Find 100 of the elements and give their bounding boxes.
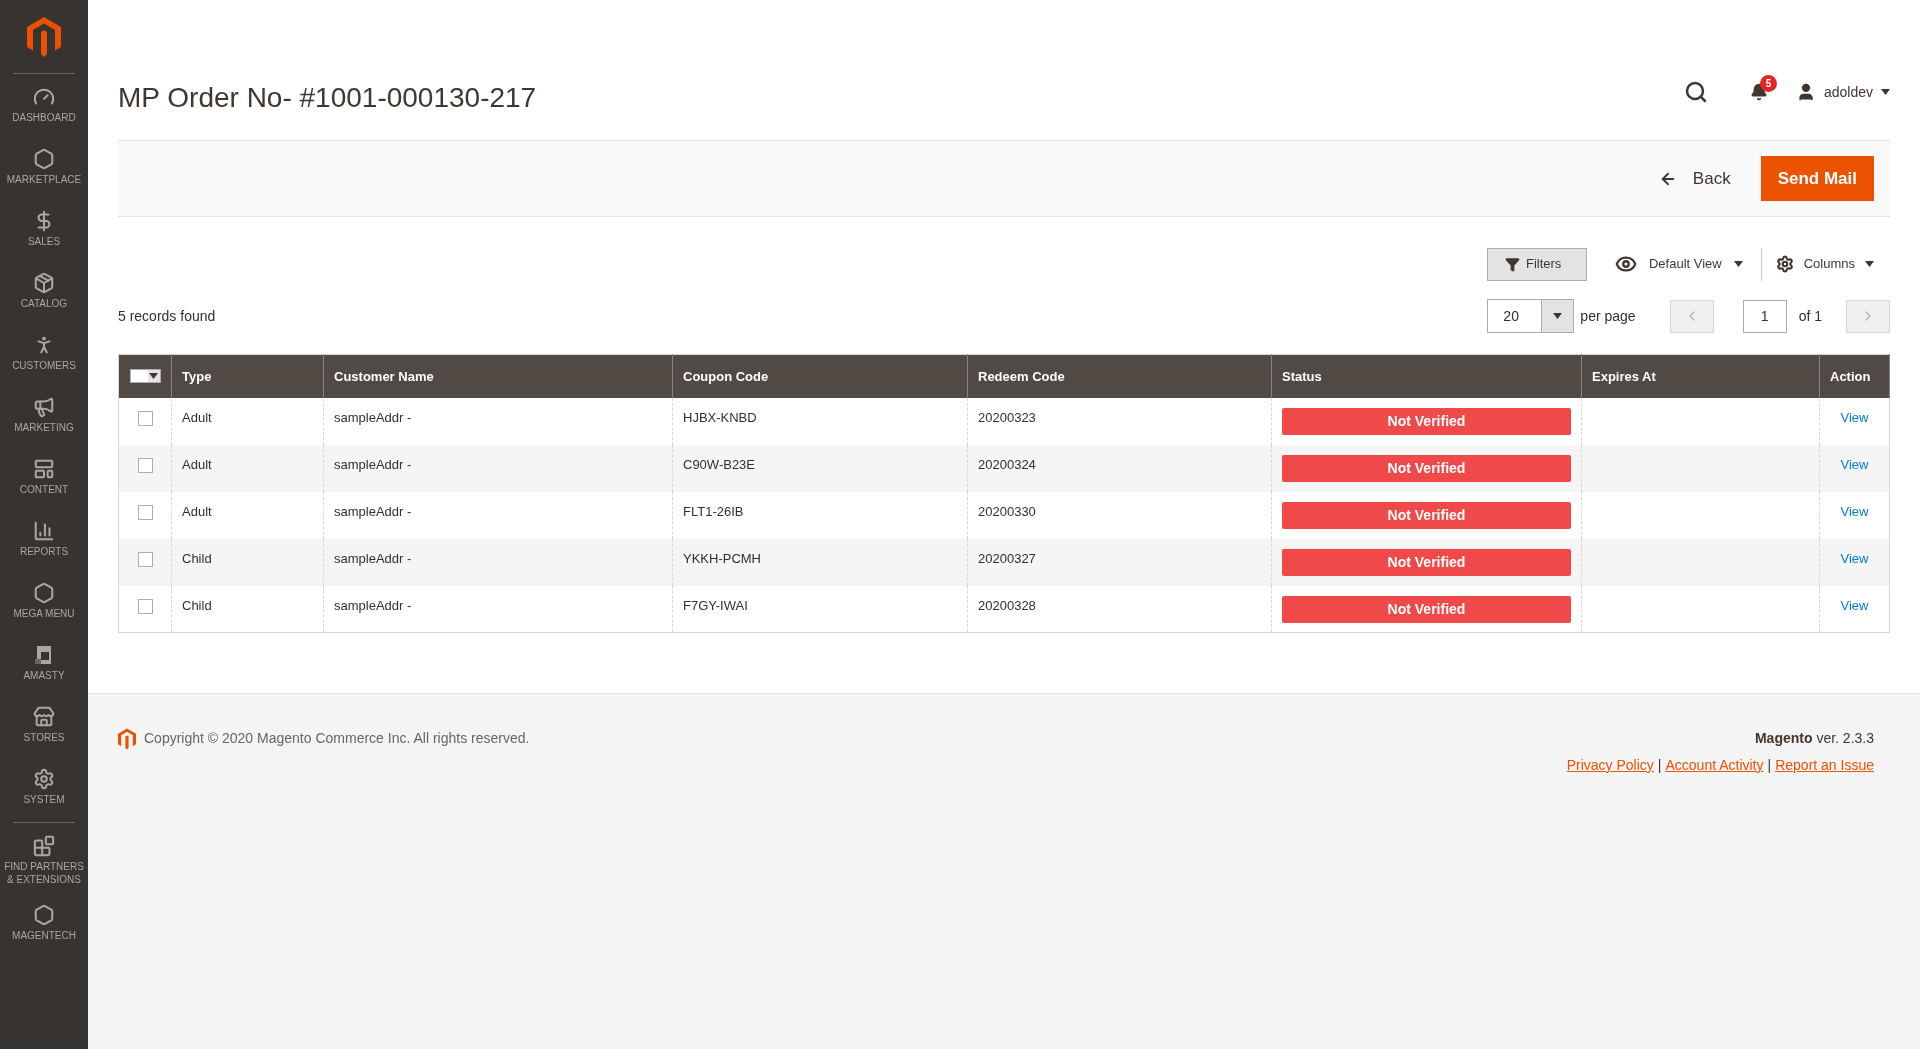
sidebar-item[interactable]: CONTENT [0,446,88,508]
settings-icon [1775,255,1794,273]
status-badge: Not Verified [1282,407,1571,435]
view-link[interactable]: View [1840,456,1869,472]
table-cell: Child [171,585,324,633]
footer-link[interactable]: Privacy Policy [1566,755,1654,776]
table-cell: YKKH-PCMH [672,538,968,586]
blocks-icon [33,835,55,857]
sidebar-item[interactable]: SYSTEM [0,756,88,818]
table-cell: F7GY-IWAI [672,585,968,633]
user-menu[interactable]: adoldev [1795,81,1890,103]
back-button[interactable]: Back [1658,165,1731,192]
table-cell: Adult [171,444,324,492]
table-cell: 20200328 [967,585,1272,633]
row-checkbox[interactable] [137,598,153,614]
store-icon [33,706,55,728]
view-link[interactable]: View [1840,550,1869,566]
box-icon [33,272,55,294]
filter-icon [1504,256,1520,272]
table-cell: HJBX-KNBD [672,397,968,445]
logo-icon [27,17,61,57]
table-cell: sampleAddr - [323,585,673,633]
row-checkbox[interactable] [137,551,153,567]
filters-button[interactable]: Filters [1486,247,1587,281]
column-header[interactable]: Status [1271,354,1582,398]
caret-icon [1733,261,1743,267]
bell-icon[interactable] [1749,83,1768,101]
table-cell: sampleAddr - [323,444,673,492]
sidebar-item[interactable]: DASHBOARD [0,74,88,136]
version-text: Magento ver. 2.3.3 [1754,729,1874,748]
view-link[interactable]: View [1840,597,1869,613]
separator: | [1767,756,1772,775]
status-badge: Not Verified [1282,501,1571,529]
column-header[interactable]: Expires At [1581,354,1820,398]
footer-link[interactable]: Report an Issue [1775,755,1874,776]
view-dropdown[interactable]: Default View [1614,247,1762,281]
megaphone-icon [33,396,55,418]
notification-count: 5 [1759,75,1777,92]
caret-icon [1553,313,1563,319]
table-cell: FLT1-26IB [672,491,968,539]
table-cell: C90W-B23E [672,444,968,492]
sidebar-item[interactable]: MARKETING [0,384,88,446]
view-link[interactable]: View [1840,503,1869,519]
logo-icon [118,728,136,750]
sidebar-item[interactable]: MARKETPLACE [0,136,88,198]
sidebar-item[interactable]: MEGA MENU [0,570,88,632]
table-cell: Child [171,538,324,586]
hexagon-icon [33,904,55,926]
page-title: MP Order No- #1001-000130-217 [118,81,538,115]
columns-dropdown[interactable]: Columns [1775,254,1874,274]
column-header[interactable]: Coupon Code [672,354,968,398]
mass-select-control[interactable] [129,369,161,384]
sidebar-item[interactable]: STORES [0,694,88,756]
page-count: of 1 [1798,306,1822,326]
table-cell: 20200327 [967,538,1272,586]
column-header[interactable]: Type [171,354,324,398]
bar-chart-icon [33,520,55,542]
row-checkbox[interactable] [137,457,153,473]
hexagon-icon [33,582,55,604]
table-cell: sampleAddr - [323,538,673,586]
table-cell: 20200323 [967,397,1272,445]
previous-page-button[interactable] [1669,299,1714,333]
layout-icon [33,458,55,480]
per-page-label: per page [1580,306,1636,326]
search-icon[interactable] [1683,80,1708,104]
caret-icon [1881,89,1890,95]
column-header[interactable]: Redeem Code [967,354,1272,398]
sidebar-item[interactable]: AMASTY [0,632,88,694]
records-count: 5 records found [118,306,217,326]
hexagon-icon [33,148,55,170]
footer-link[interactable]: Account Activity [1665,755,1764,776]
table-cell: 20200324 [967,444,1272,492]
page-field[interactable]: 1 [1742,299,1787,333]
column-header[interactable]: Action [1819,354,1890,398]
settings-icon [33,768,55,790]
caret-icon [149,373,158,380]
copyright-text: Copyright © 2020 Magento Commerce Inc. All rights reserved. [144,729,530,748]
row-checkbox[interactable] [137,410,153,426]
sidebar-item[interactable]: CATALOG [0,260,88,322]
status-badge: Not Verified [1282,595,1571,623]
table-cell: Adult [171,397,324,445]
view-link[interactable]: View [1840,409,1869,425]
sidebar-item[interactable]: CUSTOMERS [0,322,88,384]
table-cell: 20200330 [967,491,1272,539]
table-cell: Adult [171,491,324,539]
status-badge: Not Verified [1282,548,1571,576]
column-header[interactable]: Customer Name [323,354,673,398]
send-mail-button[interactable]: Send Mail [1760,156,1874,201]
row-checkbox[interactable] [137,504,153,520]
sidebar-item[interactable]: SALES [0,198,88,260]
sidebar-item[interactable]: FIND PARTNERS & EXTENSIONS [0,823,88,892]
status-badge: Not Verified [1282,454,1571,482]
separator: | [1657,756,1662,775]
table-cell: sampleAddr - [323,397,673,445]
sidebar-item[interactable]: REPORTS [0,508,88,570]
sidebar-item[interactable]: MAGENTECH [0,892,88,954]
table-cell: sampleAddr - [323,491,673,539]
caret-icon [1865,261,1874,267]
per-page-select[interactable]: 20 [1487,299,1575,333]
next-page-button[interactable] [1846,299,1890,333]
